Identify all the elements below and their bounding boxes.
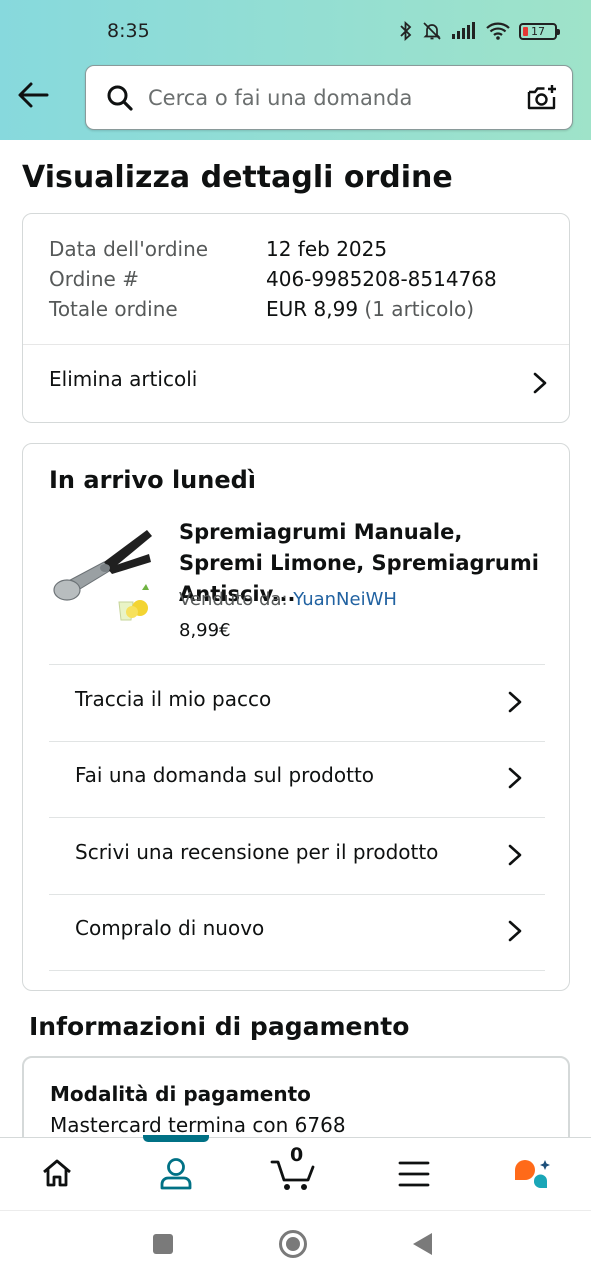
order-total-value: EUR 8,99 (1 articolo) <box>266 294 474 324</box>
chevron-right-icon <box>533 372 547 394</box>
status-time: 8:35 <box>107 20 150 42</box>
camera-icon[interactable] <box>526 82 558 114</box>
search-input[interactable] <box>148 80 508 116</box>
product-thumbnail[interactable] <box>49 524 159 624</box>
rufus-assistant-icon[interactable] <box>512 1157 554 1193</box>
delete-items-link[interactable]: Elimina articoli <box>23 345 569 423</box>
system-nav-bar <box>0 1210 591 1280</box>
payment-method-value: Mastercard termina con 6768 <box>50 1113 346 1137</box>
order-number-value: 406-9985208-8514768 <box>266 267 497 291</box>
sold-by-label: Venduto da: <box>179 589 288 610</box>
write-review-label: Scrivi una recensione per il prodotto <box>75 840 439 864</box>
bluetooth-icon <box>400 21 412 41</box>
buy-again-label: Compralo di nuovo <box>75 916 265 940</box>
seller-link[interactable]: YuanNeiWH <box>293 589 397 610</box>
order-total-amount: EUR 8,99 <box>266 297 359 321</box>
wifi-icon <box>486 22 510 40</box>
track-package-label: Traccia il mio pacco <box>75 687 272 711</box>
status-icons: 17 <box>399 21 560 41</box>
home-button[interactable] <box>278 1229 308 1259</box>
bell-muted-icon <box>423 22 441 40</box>
search-box[interactable] <box>85 65 573 130</box>
active-tab-indicator <box>143 1135 209 1142</box>
header-bar: 8:35 17 <box>0 0 591 140</box>
back-nav-button[interactable] <box>410 1231 434 1257</box>
payment-section-title: Informazioni di pagamento <box>29 1012 410 1041</box>
page-title: Visualizza dettagli ordine <box>22 160 453 195</box>
chevron-right-icon <box>508 767 522 789</box>
order-total-label: Totale ordine <box>49 297 178 321</box>
chevron-right-icon <box>508 691 522 713</box>
menu-icon[interactable] <box>398 1159 430 1189</box>
arrow-left-icon <box>18 82 49 108</box>
product-price: 8,99€ <box>179 620 231 641</box>
order-date-label: Data dell'ordine <box>49 237 209 261</box>
battery-icon: 17 <box>519 22 560 40</box>
home-icon[interactable] <box>40 1156 74 1190</box>
chevron-right-icon <box>508 920 522 942</box>
search-icon <box>107 85 133 111</box>
cart-count: 0 <box>290 1144 304 1166</box>
chevron-right-icon <box>508 844 522 866</box>
account-icon[interactable] <box>158 1156 194 1192</box>
payment-method-label: Modalità di pagamento <box>50 1082 311 1106</box>
sold-by: Venduto da: YuanNeiWH <box>179 589 397 610</box>
order-total-items: (1 articolo) <box>364 297 475 321</box>
battery-level: 17 <box>531 24 545 38</box>
recents-button[interactable] <box>152 1233 174 1255</box>
buy-again-link[interactable]: Compralo di nuovo <box>23 895 569 970</box>
back-button[interactable] <box>16 78 50 112</box>
signal-icon <box>452 22 475 39</box>
ask-question-label: Fai una domanda sul prodotto <box>75 763 375 787</box>
order-number-label: Ordine # <box>49 267 139 291</box>
order-date-value: 12 feb 2025 <box>266 237 388 261</box>
status-bar: 8:35 17 <box>0 20 591 46</box>
arrival-heading: In arrivo lunedì <box>49 466 257 494</box>
bottom-nav: 0 <box>0 1135 591 1210</box>
track-package-link[interactable]: Traccia il mio pacco <box>23 665 569 741</box>
shipment-card: In arrivo lunedì Spremiagrumi Manuale, S… <box>22 443 570 991</box>
order-summary-card: Data dell'ordine 12 feb 2025 Ordine # 40… <box>22 213 570 423</box>
ask-question-link[interactable]: Fai una domanda sul prodotto <box>23 742 569 817</box>
delete-items-label: Elimina articoli <box>49 367 198 391</box>
write-review-link[interactable]: Scrivi una recensione per il prodotto <box>23 818 569 894</box>
